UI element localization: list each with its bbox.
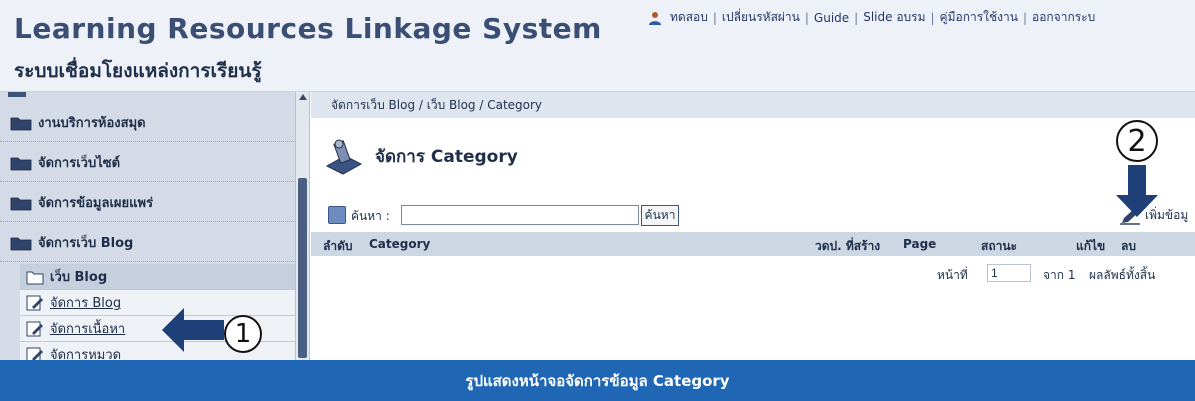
page-heading: จัดการ Category xyxy=(321,136,518,176)
sidebar-item-manage-blog[interactable]: จัดการเว็บ Blog xyxy=(0,224,296,262)
app-header: Learning Resources Linkage System ระบบเช… xyxy=(0,0,1195,92)
sidebar-top-bar xyxy=(8,92,26,97)
step2-marker: 2 xyxy=(1116,120,1158,162)
nav-logout[interactable]: ออกจากระบ xyxy=(1028,8,1099,27)
main-content: จัดการเว็บ Blog / เว็บ Blog / Category จ… xyxy=(311,92,1195,360)
pager-page-label: หน้าที่ xyxy=(937,268,968,282)
sidebar-subitem-web-blog[interactable]: เว็บ Blog xyxy=(20,264,296,290)
sidebar-item-label: จัดการเว็บไซต์ xyxy=(38,156,121,171)
sidebar-item-library-services[interactable]: งานบริการห้องสมุด xyxy=(0,104,296,142)
col-created-date: วดป. ที่สร้าง xyxy=(815,239,881,253)
col-status: สถานะ xyxy=(981,239,1017,253)
sidebar-scrollbar[interactable] xyxy=(295,92,309,360)
sidebar: งานบริการห้องสมุด จัดการเว็บไซต์ จัดการข… xyxy=(0,92,310,360)
folder-icon xyxy=(10,157,32,170)
scrollbar-thumb[interactable] xyxy=(298,178,307,358)
breadcrumb-text: จัดการเว็บ Blog / เว็บ Blog / Category xyxy=(331,97,543,112)
figure-caption: รูปแสดงหน้าจอจัดการข้อมูล Category xyxy=(465,371,730,390)
step1-arrow-icon xyxy=(162,308,224,352)
col-page: Page xyxy=(903,237,937,251)
sidebar-subitem-label: จัดการเนื้อหา xyxy=(50,322,126,337)
top-nav: ทดสอบ | เปลี่ยนรหัสผ่าน | Guide | Slide … xyxy=(648,8,1099,27)
nav-user-name[interactable]: ทดสอบ xyxy=(666,8,712,27)
pager-of-label: จาก 1 xyxy=(1043,268,1076,282)
app-subtitle: ระบบเชื่อมโยงแหล่งการเรียนรู้ xyxy=(14,60,262,82)
step2-arrow-icon xyxy=(1116,165,1158,217)
breadcrumb: จัดการเว็บ Blog / เว็บ Blog / Category xyxy=(311,92,1195,118)
search-input[interactable] xyxy=(401,205,639,225)
category-tools-icon xyxy=(325,139,363,175)
search-icon xyxy=(328,206,346,224)
sidebar-subitem-manage-blog[interactable]: จัดการ Blog xyxy=(20,290,296,316)
user-icon xyxy=(649,11,661,25)
app-title: Learning Resources Linkage System xyxy=(14,12,602,45)
col-delete: ลบ xyxy=(1121,239,1136,253)
sidebar-subitem-label: จัดการ Blog xyxy=(50,296,122,311)
pager-page-input[interactable] xyxy=(987,264,1031,282)
col-order: ลำดับ xyxy=(323,239,353,253)
folder-icon xyxy=(10,117,32,130)
col-category: Category xyxy=(369,237,431,251)
search-button[interactable]: ค้นหา xyxy=(641,205,679,226)
pager-total-label: ผลลัพธ์ทั้งสิ้น xyxy=(1089,268,1156,282)
caption-bar: รูปแสดงหน้าจอจัดการข้อมูล Category xyxy=(0,360,1195,401)
edit-document-icon xyxy=(26,347,43,360)
sidebar-item-manage-publications[interactable]: จัดการข้อมูลเผยแพร่ xyxy=(0,184,296,222)
sidebar-item-label: จัดการเว็บ Blog xyxy=(38,236,134,251)
sidebar-item-label: งานบริการห้องสมุด xyxy=(38,116,146,131)
search-row: ค้นหา : ค้นหา เพิ่มข้อมู xyxy=(311,202,1195,228)
table-header: ลำดับ Category วดป. ที่สร้าง Page สถานะ … xyxy=(311,232,1195,256)
sidebar-subitem-label: เว็บ Blog xyxy=(50,270,108,285)
edit-document-icon xyxy=(26,321,43,336)
sidebar-item-manage-website[interactable]: จัดการเว็บไซต์ xyxy=(0,144,296,182)
page-title: จัดการ Category xyxy=(375,146,518,167)
nav-change-password[interactable]: เปลี่ยนรหัสผ่าน xyxy=(718,8,804,27)
open-folder-icon xyxy=(26,271,44,284)
folder-icon xyxy=(10,237,32,250)
sidebar-item-label: จัดการข้อมูลเผยแพร่ xyxy=(38,196,154,211)
nav-user-manual[interactable]: คู่มือการใช้งาน xyxy=(936,8,1022,27)
step1-marker: 1 xyxy=(224,315,262,353)
pager: หน้าที่ จาก 1 ผลลัพธ์ทั้งสิ้น xyxy=(311,264,1195,284)
sidebar-subitem-label: จัดการหมวด xyxy=(50,348,122,360)
col-edit: แก้ไข xyxy=(1076,239,1106,253)
edit-document-icon xyxy=(26,295,43,310)
folder-icon xyxy=(10,197,32,210)
search-label: ค้นหา : xyxy=(351,209,390,223)
nav-training-slides[interactable]: Slide อบรม xyxy=(859,8,929,27)
scroll-up-arrow-icon[interactable] xyxy=(299,94,307,100)
nav-guide[interactable]: Guide xyxy=(810,11,853,25)
